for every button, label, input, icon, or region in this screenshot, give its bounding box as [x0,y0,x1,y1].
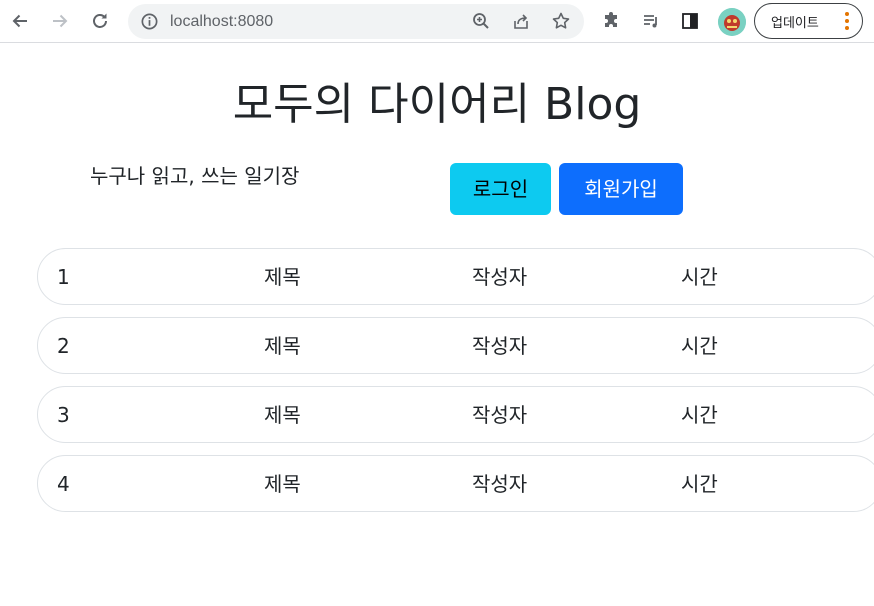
address-bar[interactable]: localhost:8080 [128,4,584,39]
browser-toolbar: localhost:8080 업데이트 [0,0,874,43]
more-icon[interactable] [844,11,850,31]
post-number: 2 [57,334,70,358]
share-icon[interactable] [511,11,533,33]
post-title[interactable]: 제목 [264,401,301,429]
post-row[interactable]: 2 제목 작성자 시간 [37,317,874,374]
update-button[interactable]: 업데이트 [754,3,863,39]
post-row[interactable]: 1 제목 작성자 시간 [37,248,874,305]
url-text[interactable]: localhost:8080 [170,12,273,31]
post-author: 작성자 [472,403,528,427]
post-author: 작성자 [472,334,528,358]
post-time: 시간 [681,334,718,358]
star-icon[interactable] [551,11,573,33]
page-title: 모두의 다이어리 Blog [232,79,642,130]
reload-icon[interactable] [85,6,115,36]
post-author: 작성자 [472,265,528,289]
back-icon[interactable] [5,6,35,36]
post-author: 작성자 [472,472,528,496]
post-number: 4 [57,472,70,496]
profile-avatar[interactable] [718,8,746,36]
zoom-icon[interactable] [471,11,493,33]
post-title[interactable]: 제목 [264,332,301,360]
side-panel-icon[interactable] [675,6,705,36]
post-time: 시간 [681,403,718,427]
login-button[interactable]: 로그인 [450,163,551,215]
update-label: 업데이트 [771,15,819,31]
post-row[interactable]: 3 제목 작성자 시간 [37,386,874,443]
info-icon[interactable] [140,12,159,31]
post-title[interactable]: 제목 [264,470,301,498]
extensions-icon[interactable] [596,6,626,36]
post-time: 시간 [681,265,718,289]
post-row[interactable]: 4 제목 작성자 시간 [37,455,874,512]
reading-list-icon[interactable] [636,6,666,36]
post-number: 1 [57,265,70,289]
post-title[interactable]: 제목 [264,263,301,291]
signup-button[interactable]: 회원가입 [559,163,683,215]
post-number: 3 [57,403,70,427]
forward-icon[interactable] [45,6,75,36]
post-time: 시간 [681,472,718,496]
tagline: 누구나 읽고, 쓰는 일기장 [90,164,300,188]
